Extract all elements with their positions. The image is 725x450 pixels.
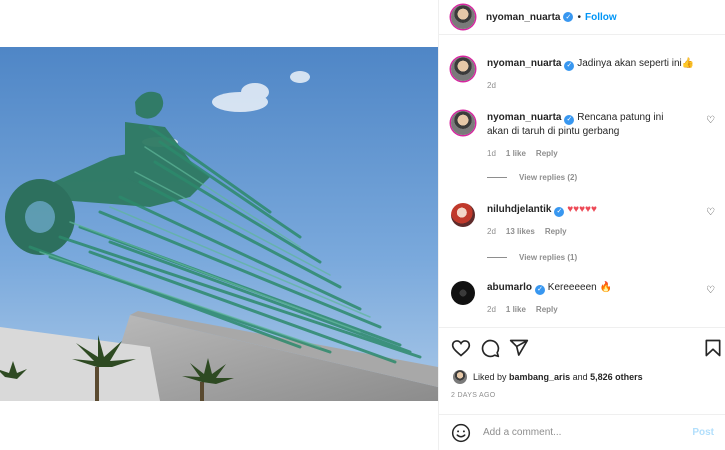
avatar[interactable] bbox=[451, 111, 475, 135]
comment-like-heart-icon[interactable]: ♡ bbox=[706, 115, 715, 126]
post-sidebar: nyoman_nuarta ✓ • Follow nyoman_nuarta ✓ … bbox=[438, 0, 725, 450]
comment-meta: 2d bbox=[487, 81, 496, 90]
likes-others-link[interactable]: 5,826 others bbox=[590, 372, 643, 382]
paper-plane-icon[interactable] bbox=[509, 338, 529, 358]
instagram-post-modal: nyoman_nuarta ✓ • Follow nyoman_nuarta ✓ … bbox=[0, 0, 725, 450]
author-username[interactable]: nyoman_nuarta bbox=[486, 12, 560, 23]
post-header: nyoman_nuarta ✓ • Follow bbox=[439, 0, 725, 35]
reply-button[interactable]: Reply bbox=[536, 149, 558, 158]
view-replies-button[interactable]: View replies (1) bbox=[487, 253, 577, 262]
statue-photo bbox=[0, 47, 438, 401]
verified-badge-icon: ✓ bbox=[564, 61, 575, 71]
verified-badge-icon: ✓ bbox=[564, 115, 575, 125]
comment-username[interactable]: niluhdjelantik bbox=[487, 204, 551, 215]
comment-time[interactable]: 1d bbox=[487, 149, 496, 158]
comment-username[interactable]: abumarlo bbox=[487, 282, 532, 293]
verified-badge-icon: ✓ bbox=[554, 207, 565, 217]
comment-time[interactable]: 2d bbox=[487, 81, 496, 90]
comments-list[interactable]: nyoman_nuarta ✓ Jadinya akan seperti ini👍… bbox=[439, 36, 725, 326]
view-replies-label: View replies (2) bbox=[519, 173, 578, 182]
comment-time[interactable]: 2d bbox=[487, 305, 496, 314]
comment-likes[interactable]: 13 likes bbox=[506, 227, 535, 236]
comment-time[interactable]: 2d bbox=[487, 227, 496, 236]
likes-summary: Liked by bambang_aris and 5,826 others bbox=[453, 370, 643, 384]
divider-line bbox=[487, 177, 507, 178]
comment-text: Kereeeeen 🔥 bbox=[547, 282, 612, 293]
comment-username[interactable]: nyoman_nuarta bbox=[487, 112, 561, 123]
view-replies-label: View replies (1) bbox=[519, 253, 578, 262]
post-comment-button[interactable]: Post bbox=[692, 427, 714, 438]
comment-likes[interactable]: 1 like bbox=[506, 305, 526, 314]
comment-text: ♥♥♥♥♥ bbox=[567, 204, 597, 215]
reply-button[interactable]: Reply bbox=[545, 227, 567, 236]
view-replies-button[interactable]: View replies (2) bbox=[487, 173, 577, 182]
liker-username[interactable]: bambang_aris bbox=[509, 372, 570, 382]
reply-button[interactable]: Reply bbox=[536, 305, 558, 314]
add-comment-input[interactable] bbox=[483, 427, 693, 438]
comment-icon[interactable] bbox=[480, 338, 500, 358]
smiley-icon[interactable] bbox=[451, 423, 471, 443]
add-comment-bar: Post bbox=[439, 414, 725, 450]
media-pane bbox=[0, 0, 438, 450]
liker-avatar[interactable] bbox=[453, 370, 467, 384]
action-bar bbox=[439, 327, 725, 367]
likes-prefix: Liked by bbox=[473, 372, 507, 382]
verified-badge-icon: ✓ bbox=[535, 285, 546, 295]
bookmark-icon[interactable] bbox=[703, 338, 723, 358]
comment-likes[interactable]: 1 like bbox=[506, 149, 526, 158]
comment-meta: 1d 1 like Reply bbox=[487, 149, 558, 158]
avatar[interactable] bbox=[451, 281, 475, 305]
avatar[interactable] bbox=[451, 57, 475, 81]
follow-button[interactable]: Follow bbox=[585, 12, 617, 23]
comment-like-heart-icon[interactable]: ♡ bbox=[706, 285, 715, 296]
post-image[interactable] bbox=[0, 47, 438, 401]
comment-text: Jadinya akan seperti ini👍 bbox=[577, 58, 695, 69]
avatar[interactable] bbox=[451, 5, 475, 29]
comment-meta: 2d 13 likes Reply bbox=[487, 227, 567, 236]
heart-icon[interactable] bbox=[451, 338, 471, 358]
comment-like-heart-icon[interactable]: ♡ bbox=[706, 207, 715, 218]
avatar[interactable] bbox=[451, 203, 475, 227]
post-timestamp[interactable]: 2 DAYS AGO bbox=[451, 392, 496, 399]
comment-meta: 2d 1 like Reply bbox=[487, 305, 558, 314]
separator-dot: • bbox=[577, 11, 581, 23]
divider-line bbox=[487, 257, 507, 258]
comment-username[interactable]: nyoman_nuarta bbox=[487, 58, 561, 69]
verified-badge-icon: ✓ bbox=[563, 12, 574, 22]
likes-and: and bbox=[572, 372, 588, 382]
